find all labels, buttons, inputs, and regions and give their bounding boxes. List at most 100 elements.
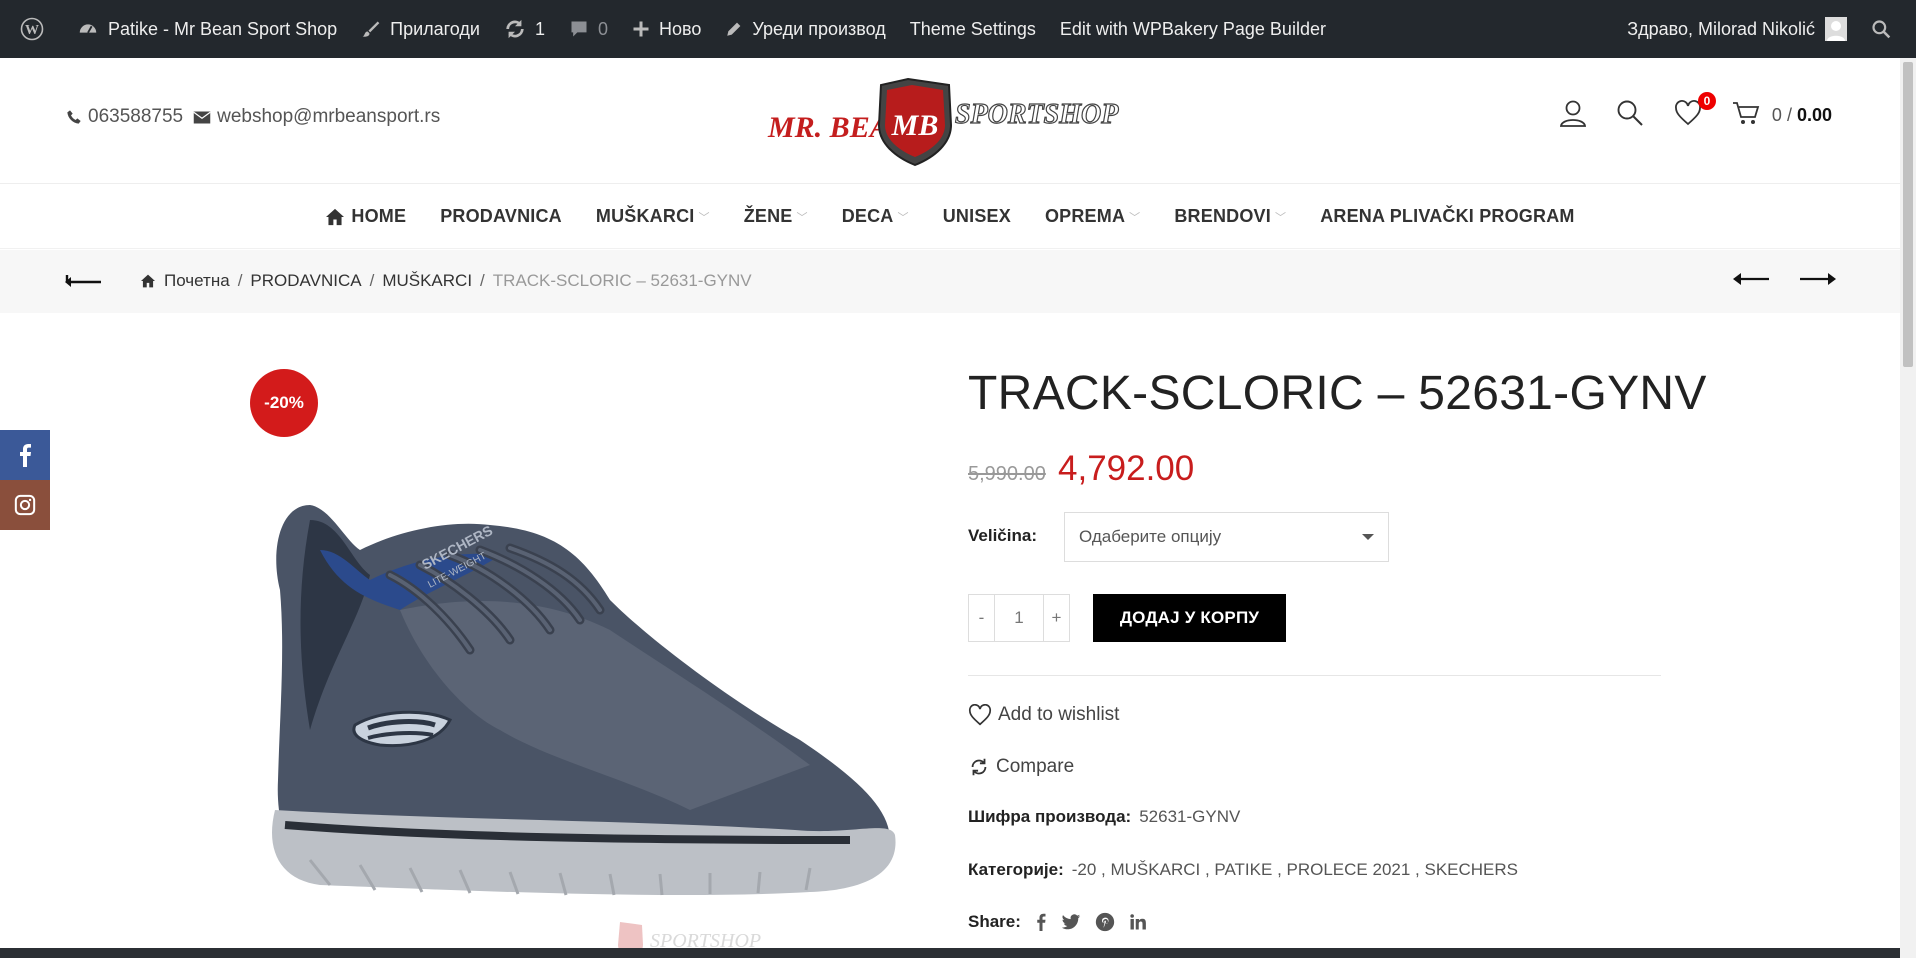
chevron-down-icon: ﹀ <box>796 211 808 224</box>
home-icon <box>326 208 345 225</box>
admin-wpbakery[interactable]: Edit with WPBakery Page Builder <box>1048 0 1338 58</box>
phone-link[interactable]: 063588755 <box>66 106 183 128</box>
facebook-icon[interactable] <box>1035 913 1047 931</box>
nav-brendovi-label: BRENDOVI <box>1174 206 1271 226</box>
nav-oprema-label: OPREMA <box>1044 206 1126 226</box>
nav-home[interactable]: HOME <box>325 206 406 227</box>
logo-monogram: MB <box>891 109 939 142</box>
category-link[interactable]: PATIKE <box>1214 860 1272 880</box>
facebook-side-button[interactable] <box>0 430 50 480</box>
previous-product-button[interactable] <box>1733 272 1769 291</box>
cart-count: 0 <box>1771 105 1782 125</box>
admin-account[interactable]: Здраво, Milorad Nikolić <box>1615 0 1859 58</box>
category-link[interactable]: MUŠKARCI <box>1110 860 1200 880</box>
home-icon <box>141 274 155 288</box>
admin-updates[interactable]: 1 <box>492 0 557 58</box>
linkedin-icon[interactable] <box>1129 913 1147 931</box>
add-to-wishlist-link[interactable]: Add to wishlist <box>968 704 1119 726</box>
instagram-side-button[interactable] <box>0 480 50 530</box>
header-icons: 0 0 / 0.00 <box>1558 92 1900 133</box>
chevron-down-icon: ﹀ <box>1274 211 1287 224</box>
quantity-plus-button[interactable]: + <box>1043 595 1069 641</box>
email-link[interactable]: webshop@mrbeansport.rs <box>193 106 440 128</box>
scrollbar-thumb[interactable] <box>1903 62 1913 367</box>
quantity-input[interactable]: 1 <box>995 595 1043 641</box>
nav-arena[interactable]: ARENA PLIVAČKI PROGRAM <box>1320 206 1574 227</box>
admin-edit-product[interactable]: Уреди производ <box>713 0 897 58</box>
share-label: Share: <box>968 912 1021 931</box>
instagram-icon <box>14 494 36 516</box>
compare-icon <box>971 758 987 776</box>
admin-bar: W Patike - Mr Bean Sport Shop Прилагоди … <box>0 0 1916 58</box>
back-button[interactable] <box>64 272 102 295</box>
facebook-icon <box>20 444 31 467</box>
product-image[interactable]: SKECHERS LITE-WEIGHT SPORTSHOP <box>250 480 900 958</box>
compare-link[interactable]: Compare <box>968 756 1074 778</box>
admin-theme-settings-label: Theme Settings <box>909 18 1036 39</box>
add-to-cart-button[interactable]: ДОДАЈ У КОРПУ <box>1093 594 1286 642</box>
nav-deca-label: DECA <box>841 206 894 226</box>
category-link[interactable]: PROLECE 2021 <box>1287 860 1411 880</box>
product-categories: Категорије: -20 , MUŠKARCI , PATIKE , PR… <box>968 860 1519 880</box>
pinterest-icon[interactable] <box>1095 912 1115 932</box>
plus-icon <box>633 21 649 37</box>
admin-new[interactable]: Ново <box>620 0 713 58</box>
search-button[interactable] <box>1616 99 1644 132</box>
sku-label: Шифра производа: <box>968 807 1132 826</box>
nav-prodavnica[interactable]: PRODAVNICA <box>440 206 562 227</box>
nav-brendovi[interactable]: BRENDOVI ﹀ <box>1174 206 1286 227</box>
size-select-value: Одаберите опцију <box>1079 527 1222 546</box>
sku-value: 52631-GYNV <box>1139 807 1241 826</box>
main-navigation: HOME PRODAVNICA MUŠKARCI ﹀ ŽENE ﹀ DECA ﹀ UN… <box>0 185 1900 249</box>
sale-badge: -20% <box>250 369 318 437</box>
admin-comments[interactable]: 0 <box>557 0 620 58</box>
breadcrumb-home[interactable]: Почетна <box>164 271 230 291</box>
share-row: Share: <box>968 912 1147 932</box>
chevron-down-icon: ﹀ <box>1129 211 1141 224</box>
svg-text:W: W <box>25 23 39 38</box>
category-link[interactable]: SKECHERS <box>1424 860 1518 880</box>
nav-oprema[interactable]: OPREMA ﹀ <box>1045 206 1140 227</box>
admin-site-name[interactable]: Patike - Mr Bean Sport Shop <box>65 0 349 58</box>
size-select[interactable]: Одаберите опцију <box>1064 512 1389 562</box>
cart-summary[interactable]: 0 / 0.00 <box>1772 105 1832 126</box>
nav-muskarci-label: MUŠKARCI <box>595 206 695 226</box>
bottom-toolbar-strip <box>0 948 1900 958</box>
brush-icon <box>362 21 380 37</box>
categories-label: Категорије: <box>968 860 1064 879</box>
wordpress-icon: W <box>20 17 44 41</box>
email-address: webshop@mrbeansport.rs <box>217 106 441 127</box>
wordpress-logo-button[interactable]: W <box>8 0 65 58</box>
admin-greeting: Здраво, Milorad Nikolić <box>1627 18 1815 39</box>
nav-unisex[interactable]: UNISEX <box>943 206 1011 227</box>
divider <box>968 675 1661 676</box>
nav-prodavnica-label: PRODAVNICA <box>440 206 562 226</box>
pencil-icon <box>727 22 741 36</box>
nav-home-label: HOME <box>351 206 407 226</box>
category-link[interactable]: -20 <box>1072 860 1097 880</box>
chevron-down-icon: ﹀ <box>897 211 909 224</box>
breadcrumb-shop[interactable]: PRODAVNICA <box>250 271 361 291</box>
quantity-minus-button[interactable]: - <box>969 595 995 641</box>
admin-customize[interactable]: Прилагоди <box>349 0 492 58</box>
nav-zene[interactable]: ŽENE ﹀ <box>744 206 808 227</box>
page-scrollbar[interactable] <box>1900 58 1916 958</box>
breadcrumb-category[interactable]: MUŠKARCI <box>382 271 472 291</box>
site-logo[interactable]: MR. BEAN MB SPORTSHOP <box>765 73 1140 168</box>
cart-separator: / <box>1781 105 1797 125</box>
admin-wpbakery-label: Edit with WPBakery Page Builder <box>1059 18 1326 39</box>
avatar <box>1825 17 1847 41</box>
admin-theme-settings[interactable]: Theme Settings <box>898 0 1048 58</box>
account-button[interactable] <box>1558 98 1588 133</box>
breadcrumb-separator: / <box>237 271 243 290</box>
nav-deca[interactable]: DECA ﹀ <box>842 206 909 227</box>
next-product-button[interactable] <box>1800 272 1836 291</box>
twitter-icon[interactable] <box>1061 913 1081 931</box>
comment-icon <box>571 21 587 37</box>
user-icon <box>1559 100 1586 127</box>
envelope-icon <box>193 111 211 123</box>
cart-button[interactable] <box>1732 100 1760 131</box>
wishlist-button[interactable]: 0 <box>1674 92 1716 131</box>
nav-muskarci[interactable]: MUŠKARCI ﹀ <box>596 206 710 227</box>
admin-search[interactable] <box>1859 0 1916 58</box>
